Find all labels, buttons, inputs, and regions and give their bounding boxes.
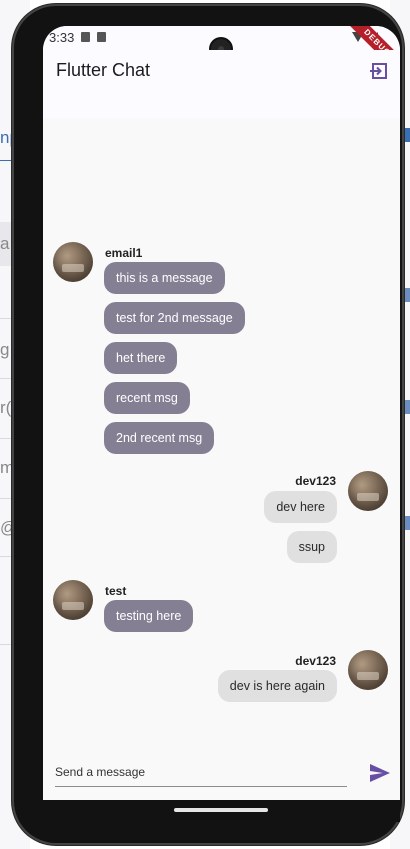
avatar xyxy=(348,650,388,690)
message-bubble[interactable]: dev is here again xyxy=(217,670,337,702)
avatar xyxy=(53,580,93,620)
message-bubble[interactable]: het there xyxy=(104,342,178,374)
app-screen: 3:33 DEBUG Flutter Chat email1 this is a… xyxy=(43,26,400,800)
message-username: test xyxy=(105,584,127,598)
status-time: 3:33 xyxy=(49,30,75,45)
avatar xyxy=(348,471,388,511)
message-username: dev123 xyxy=(295,654,336,668)
background-mark xyxy=(404,128,410,142)
phone-frame: 3:33 DEBUG Flutter Chat email1 this is a… xyxy=(12,4,404,845)
home-indicator[interactable] xyxy=(174,808,268,812)
message-username: email1 xyxy=(105,246,143,260)
sd-card-icon xyxy=(97,32,106,42)
send-icon[interactable] xyxy=(370,764,390,782)
message-bubble[interactable]: dev here xyxy=(264,491,337,523)
app-title: Flutter Chat xyxy=(56,60,151,80)
background-mark xyxy=(404,400,410,414)
chat-messages: email1 this is a message test for 2nd me… xyxy=(43,118,400,738)
background-mark xyxy=(404,288,410,302)
logout-icon[interactable] xyxy=(370,62,388,80)
message-input[interactable] xyxy=(55,758,347,787)
message-username: dev123 xyxy=(295,474,336,488)
message-bubble[interactable]: ssup xyxy=(286,531,337,563)
message-bubble[interactable]: test for 2nd message xyxy=(104,302,245,334)
message-bubble[interactable]: this is a message xyxy=(104,262,225,294)
message-bubble[interactable]: testing here xyxy=(104,600,194,632)
navigation-bar xyxy=(43,800,400,822)
background-mark xyxy=(404,516,410,530)
composer xyxy=(43,738,400,800)
avatar xyxy=(53,242,93,282)
message-bubble[interactable]: 2nd recent msg xyxy=(104,422,215,454)
message-bubble[interactable]: recent msg xyxy=(104,382,190,414)
notification-icon xyxy=(81,32,90,42)
